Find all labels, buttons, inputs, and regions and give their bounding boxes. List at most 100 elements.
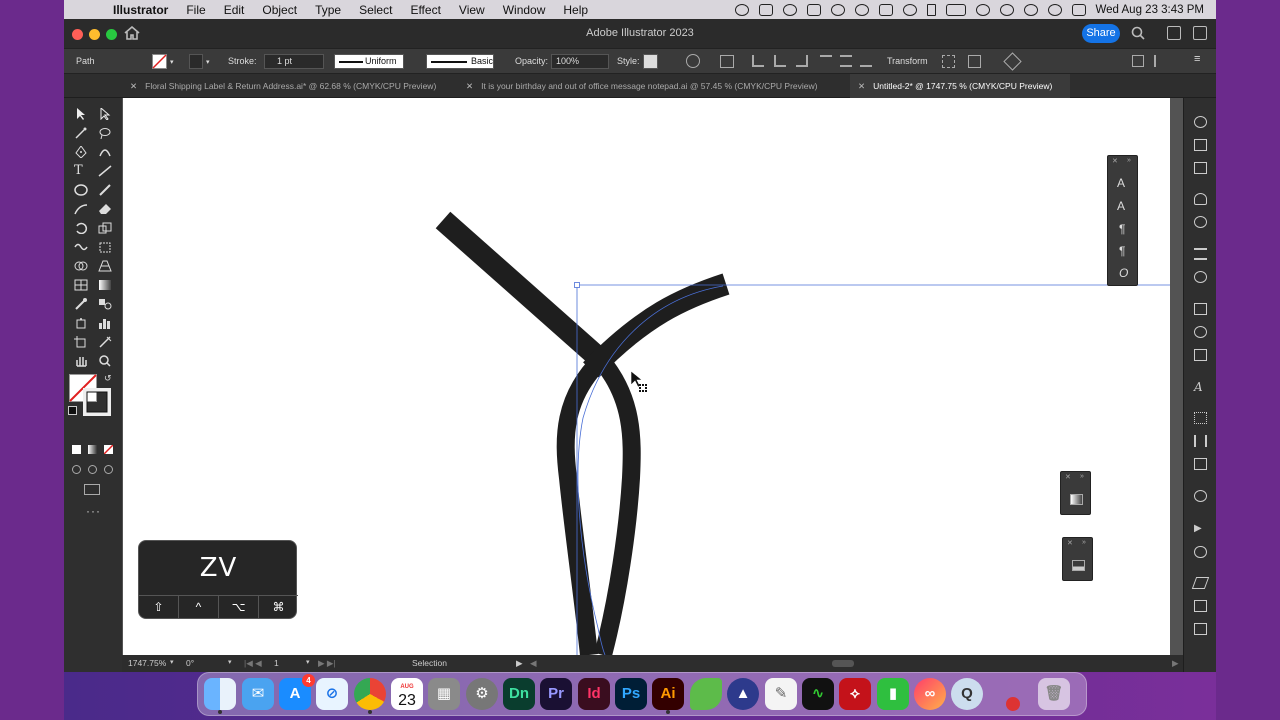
tab-floral-shipping-label[interactable]: ✕ Floral Shipping Label & Return Address.…	[122, 74, 458, 98]
navigator-icon[interactable]	[1194, 490, 1207, 502]
draw-inside-icon[interactable]	[104, 465, 113, 474]
cloud-app-icon[interactable]: ▲	[727, 678, 759, 710]
artboard-number[interactable]: 1	[274, 658, 279, 668]
close-panel-icon[interactable]: ✕	[1065, 473, 1071, 481]
opacity-input[interactable]: 100%	[551, 54, 609, 69]
calendar-icon[interactable]: AUG 23	[391, 678, 423, 710]
transform-button[interactable]: Transform	[887, 56, 928, 66]
panel-options-icon[interactable]	[1154, 55, 1166, 67]
align-right-icon[interactable]	[796, 55, 808, 67]
mail-icon[interactable]: ✉	[242, 678, 274, 710]
spotlight-icon[interactable]	[1047, 3, 1062, 16]
info-icon[interactable]	[830, 3, 845, 16]
align-bottom-icon[interactable]	[860, 55, 872, 67]
fill-dropdown-chevron-icon[interactable]: ▾	[170, 58, 174, 66]
hand-tool-icon[interactable]	[74, 355, 88, 367]
asset-export-icon[interactable]	[1194, 349, 1207, 361]
expand-panel-icon[interactable]: »	[1080, 473, 1084, 480]
control-center-icon[interactable]	[1071, 3, 1086, 16]
layers-icon[interactable]	[1191, 577, 1210, 589]
menu-clock[interactable]: Wed Aug 23 3:43 PM	[1096, 4, 1204, 16]
brushes-icon[interactable]	[1194, 193, 1207, 205]
menu-select[interactable]: Select	[350, 3, 401, 17]
menu-edit[interactable]: Edit	[215, 3, 254, 17]
align-to-icon[interactable]	[720, 55, 734, 68]
textedit-icon[interactable]: ✎	[765, 678, 797, 710]
swap-fill-stroke-icon[interactable]: ↺	[104, 373, 112, 384]
paragraph-icon[interactable]: ¶	[1119, 222, 1125, 236]
pathfinder-icon[interactable]	[1194, 458, 1207, 470]
align-left-icon[interactable]	[752, 55, 764, 67]
artboards-icon[interactable]	[1194, 600, 1207, 612]
search-icon[interactable]	[1131, 26, 1145, 40]
chrome-icon[interactable]	[354, 678, 386, 714]
menu-file[interactable]: File	[177, 3, 214, 17]
line-segment-tool-icon[interactable]	[98, 165, 112, 177]
leaf-app-icon[interactable]	[690, 678, 722, 710]
record-icon[interactable]	[734, 3, 749, 16]
premiere-pro-icon[interactable]: Pr	[540, 678, 572, 710]
stroke-weight-input[interactable]: 1 pt	[264, 54, 324, 69]
acrobat-icon[interactable]: ⟡	[839, 678, 871, 710]
eraser-tool-icon[interactable]	[98, 203, 112, 215]
color-mode-icon[interactable]	[72, 445, 81, 454]
stroke-dropdown-chevron-icon[interactable]: ▾	[206, 58, 210, 66]
edit-contents-icon[interactable]	[968, 55, 981, 68]
rotation-value[interactable]: 0°	[186, 658, 194, 668]
paintbrush-tool-icon[interactable]	[98, 184, 112, 196]
wifi-icon[interactable]	[999, 3, 1014, 16]
stroke-color-box[interactable]	[83, 388, 111, 416]
curvature-tool-icon[interactable]	[98, 146, 112, 158]
zoom-tool-icon[interactable]	[98, 355, 112, 367]
shape-builder-tool-icon[interactable]	[74, 260, 88, 272]
zoom-level[interactable]: 1747.75%	[128, 658, 166, 668]
none-mode-icon[interactable]	[104, 445, 113, 454]
status-menu-arrow-icon[interactable]: ▶	[516, 658, 523, 669]
control-bar-menu-icon[interactable]: ≡	[1194, 53, 1200, 65]
type-tool-icon[interactable]: T	[74, 163, 88, 178]
image-trace-icon[interactable]	[1194, 326, 1207, 338]
variable-width-profile-select[interactable]: Uniform	[334, 54, 404, 69]
share-button[interactable]: Share	[1082, 24, 1120, 43]
warp-tool-icon[interactable]	[74, 241, 88, 253]
screenshot-icon[interactable]	[758, 3, 773, 16]
mesh-tool-icon[interactable]	[74, 279, 88, 291]
opentype-icon[interactable]: O	[1119, 266, 1128, 280]
shaper-tool-icon[interactable]	[74, 203, 88, 215]
draw-behind-icon[interactable]	[88, 465, 97, 474]
free-transform-tool-icon[interactable]	[98, 241, 112, 253]
direct-selection-tool-icon[interactable]	[98, 108, 112, 120]
menu-object[interactable]: Object	[253, 3, 306, 17]
photoshop-icon[interactable]: Ps	[615, 678, 647, 710]
menu-help[interactable]: Help	[554, 3, 597, 17]
actions-icon[interactable]: ▶	[1194, 523, 1207, 535]
creative-cloud-icon[interactable]	[782, 3, 797, 16]
magic-wand-tool-icon[interactable]	[74, 127, 88, 139]
close-tab-icon[interactable]: ✕	[858, 81, 865, 91]
transform-panel-icon[interactable]	[1194, 435, 1207, 447]
swatches-icon[interactable]	[1194, 162, 1207, 174]
eyedropper-tool-icon[interactable]	[74, 298, 88, 310]
screen-mode-icon[interactable]	[84, 484, 100, 495]
draw-normal-icon[interactable]	[72, 465, 81, 474]
window-icon[interactable]	[878, 3, 893, 16]
calculator-icon[interactable]: ▦	[428, 678, 460, 710]
color-guide-icon[interactable]	[1194, 139, 1207, 151]
column-graph-tool-icon[interactable]	[98, 317, 112, 329]
scroll-right-icon[interactable]: ▶	[1172, 658, 1179, 669]
isolate-icon[interactable]	[942, 55, 955, 68]
rotate-tool-icon[interactable]	[74, 222, 88, 234]
gradient-tool-icon[interactable]	[98, 279, 112, 291]
stroke-color-swatch[interactable]	[189, 54, 203, 69]
safari-icon[interactable]: ⊘	[316, 678, 348, 710]
links-icon[interactable]	[1194, 546, 1207, 558]
clock-icon[interactable]	[975, 3, 990, 16]
brush-definition-select[interactable]: Basic	[426, 54, 494, 69]
ellipse-tool-icon[interactable]	[74, 184, 88, 196]
edit-toolbar-icon[interactable]: ···	[86, 504, 101, 518]
panel-toggle-icon[interactable]	[1193, 26, 1207, 40]
color-panel-icon[interactable]	[1194, 116, 1207, 128]
scale-tool-icon[interactable]	[98, 222, 112, 234]
close-panel-icon[interactable]: ✕	[1112, 157, 1118, 165]
expand-panel-icon[interactable]: »	[1082, 539, 1086, 546]
